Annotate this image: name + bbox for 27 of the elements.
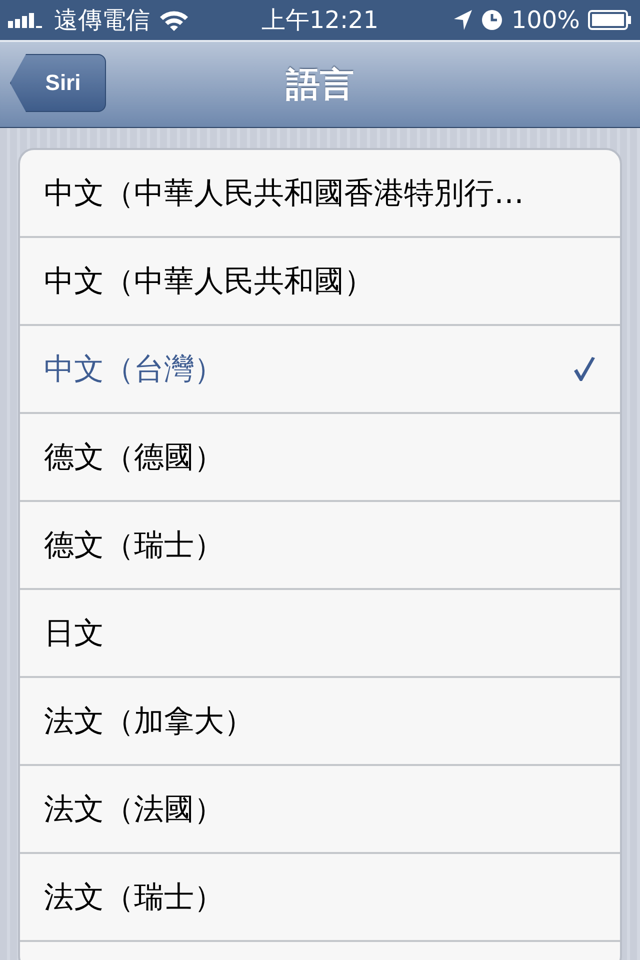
language-option[interactable]: 法文（法國）: [20, 766, 620, 854]
language-label: 中文（中華人民共和國香港特別行…: [44, 174, 524, 212]
page-title: 語言: [286, 64, 354, 106]
battery-percent: 100%: [511, 6, 580, 34]
language-label: 德文（瑞士）: [44, 526, 224, 564]
back-button[interactable]: Siri: [10, 54, 106, 112]
language-label: 法文（加拿大）: [44, 702, 254, 740]
language-label: 法文（瑞士）: [44, 878, 224, 916]
battery-icon: [588, 10, 632, 30]
alarm-clock-icon: [481, 9, 504, 31]
language-label: 法文（法國）: [44, 790, 224, 828]
language-option[interactable]: 法文（加拿大）: [20, 678, 620, 766]
clock-time: 上午12:21: [261, 5, 379, 36]
carrier-name: 遠傳電信: [54, 5, 150, 36]
language-option[interactable]: 德文（瑞士）: [20, 502, 620, 590]
language-option[interactable]: 中文（台灣）: [20, 326, 620, 414]
language-option[interactable]: 日文: [20, 590, 620, 678]
language-option[interactable]: 中文（中華人民共和國香港特別行…: [20, 150, 620, 238]
language-option[interactable]: 德文（德國）: [20, 414, 620, 502]
language-option[interactable]: 中文（中華人民共和國）: [20, 238, 620, 326]
checkmark-icon: [572, 356, 596, 382]
language-label: 日文: [44, 614, 104, 652]
language-label: 德文（德國）: [44, 438, 224, 476]
language-label: 中文（中華人民共和國）: [44, 262, 374, 300]
location-arrow-icon: [453, 9, 474, 31]
language-label: 中文（台灣）: [44, 350, 224, 388]
language-option[interactable]: 法文（瑞士）: [20, 854, 620, 942]
